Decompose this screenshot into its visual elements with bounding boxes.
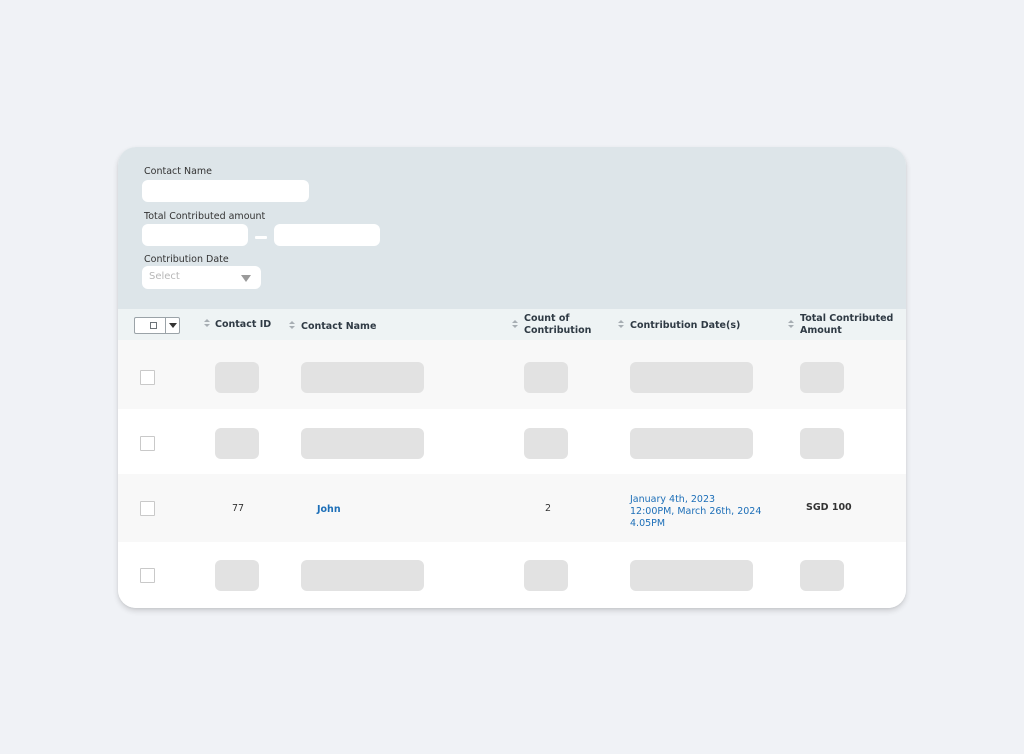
table-header: Contact ID Contact Name Count of Contrib… [118,309,906,340]
skeleton-placeholder [630,362,753,393]
sort-icon[interactable] [788,320,794,329]
amount-min-input[interactable] [142,224,248,246]
amount-filter-label: Total Contributed amount [144,211,266,222]
skeleton-placeholder [215,362,259,393]
contact-name-link[interactable]: John [317,504,341,515]
date-filter-label: Contribution Date [144,254,229,265]
skeleton-placeholder [630,428,753,459]
date-line: January 4th, 2023 [630,494,716,505]
count-cell: 2 [545,503,552,514]
skeleton-placeholder [524,362,568,393]
total-header-line-2: Amount [800,325,842,336]
column-header-dates[interactable]: Contribution Date(s) [630,320,740,332]
total-header-line-1: Total Contributed [800,313,894,324]
row-checkbox[interactable] [140,436,155,451]
count-header-line-2: Contribution [524,325,592,336]
sort-icon[interactable] [512,320,518,329]
contact-id-cell: 77 [232,503,245,514]
date-line: 12:00PM, March 26th, 2024 [630,506,762,517]
skeleton-placeholder [800,362,844,393]
skeleton-placeholder [800,560,844,591]
contribution-dates-cell: January 4th, 2023 12:00PM, March 26th, 2… [630,494,761,530]
skeleton-placeholder [630,560,753,591]
sort-icon[interactable] [289,321,295,330]
contact-name-filter-label: Contact Name [144,166,213,177]
select-placeholder: Select [149,271,180,282]
total-amount-cell: SGD 100 [806,502,852,513]
row-checkbox[interactable] [140,568,155,583]
contribution-date-select[interactable]: Select [142,266,261,289]
select-all-checkbox[interactable] [150,322,157,329]
contributions-card: Contact Name Total Contributed amount Co… [118,147,906,608]
table-row [118,542,906,608]
amount-max-input[interactable] [274,224,380,246]
skeleton-placeholder [215,560,259,591]
count-header-line-1: Count of [524,313,570,324]
filter-panel: Contact Name Total Contributed amount Co… [118,147,906,309]
column-header-total[interactable]: Total Contributed Amount [800,313,893,337]
skeleton-placeholder [301,362,424,393]
column-header-count[interactable]: Count of Contribution [524,313,591,337]
table-row [118,409,906,474]
table-row: 77 John 2 January 4th, 2023 12:00PM, Mar… [118,474,906,542]
bulk-select-dropdown[interactable] [134,317,180,334]
chevron-down-icon [241,275,251,282]
caret-down-icon[interactable] [169,323,177,328]
column-header-contact-id[interactable]: Contact ID [215,319,271,331]
row-checkbox[interactable] [140,501,155,516]
sort-icon[interactable] [204,319,210,328]
skeleton-placeholder [800,428,844,459]
skeleton-placeholder [524,560,568,591]
date-line: 4.05PM [630,518,666,529]
bulk-select-divider [165,318,166,333]
skeleton-placeholder [524,428,568,459]
row-checkbox[interactable] [140,370,155,385]
skeleton-placeholder [301,428,424,459]
skeleton-placeholder [215,428,259,459]
range-separator [255,236,267,239]
contact-name-input[interactable] [142,180,309,202]
column-header-contact-name[interactable]: Contact Name [301,321,376,333]
skeleton-placeholder [301,560,424,591]
table-row [118,340,906,409]
sort-icon[interactable] [618,320,624,329]
